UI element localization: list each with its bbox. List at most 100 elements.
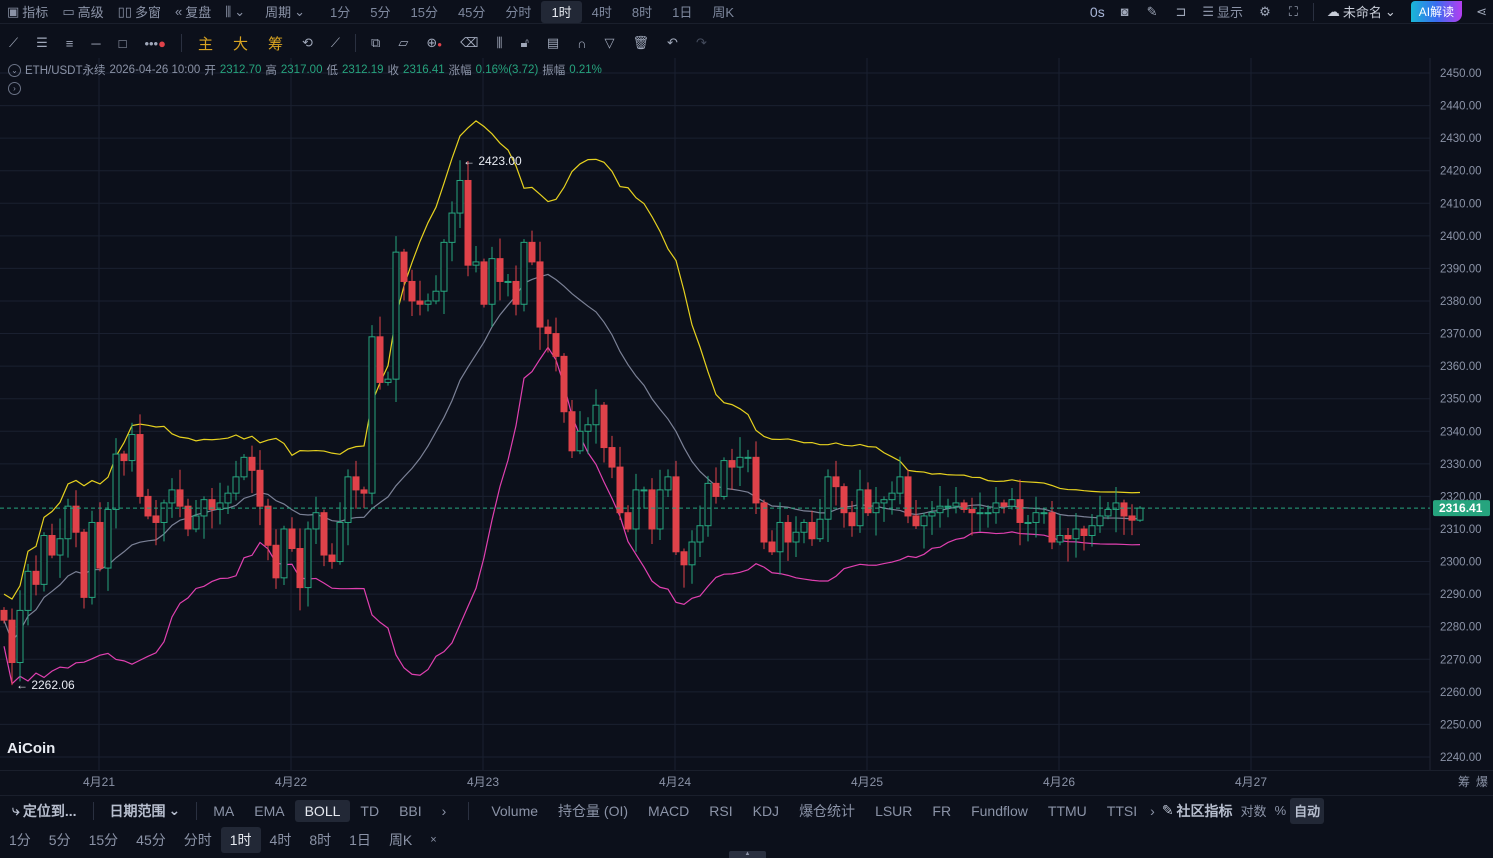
quick-period-8[interactable]: 1日 — [340, 827, 380, 853]
trash-icon[interactable]: 🗑︎ — [624, 35, 659, 51]
sync-draw-icon[interactable]: ⟲ — [293, 35, 322, 51]
quick-period-0[interactable]: 1分 — [0, 827, 40, 853]
candle — [80, 528, 88, 609]
copy-icon[interactable]: ⧉ — [362, 35, 389, 51]
sub-indicator-6[interactable]: LSUR — [865, 800, 922, 822]
period-tab-5[interactable]: 1时 — [541, 0, 582, 23]
fullscreen-icon[interactable]: ⛶ — [1280, 4, 1307, 20]
magnet-icon[interactable]: ∩ — [568, 36, 595, 51]
candle — [0, 607, 8, 624]
share-icon[interactable]: ⋖ — [1470, 4, 1493, 20]
more-main-indicators[interactable]: › — [432, 800, 457, 822]
time-axis[interactable]: 筹 爆 4月21 4月22 4月23 4月24 4月25 4月26 4月27 — [0, 770, 1493, 790]
quick-period-2[interactable]: 15分 — [80, 827, 128, 853]
sub-indicator-7[interactable]: FR — [922, 800, 961, 822]
sub-indicator-8[interactable]: Fundflow — [961, 800, 1038, 822]
big-order-button[interactable]: 大 — [223, 33, 258, 54]
expand-icon[interactable]: › — [8, 82, 21, 95]
camera-icon[interactable]: ◙ — [1112, 4, 1138, 19]
divider — [196, 801, 198, 820]
sub-indicator-10[interactable]: TTSI — [1097, 800, 1147, 822]
panel-toggle-handle[interactable]: ▲ — [729, 851, 766, 858]
chip-distribution-button[interactable]: 筹 — [258, 33, 293, 54]
chip-toggle[interactable]: 筹 — [1458, 773, 1470, 790]
brush-icon[interactable]: ⟋ — [322, 35, 349, 51]
period-tab-7[interactable]: 8时 — [622, 1, 662, 23]
period-select[interactable]: 周期 ⌄ — [258, 1, 312, 23]
quick-period-4[interactable]: 分时 — [175, 827, 221, 853]
quick-period-6[interactable]: 4时 — [261, 827, 301, 853]
quick-period-1[interactable]: 5分 — [40, 827, 80, 853]
candlestick-chart[interactable]: 2450.00 2440.00 2430.00 2420.00 2410.00 2400.… — [0, 58, 1493, 770]
timer: 0s — [1089, 3, 1105, 20]
period-tab-3[interactable]: 45分 — [448, 1, 495, 23]
sub-indicator-9[interactable]: TTMU — [1038, 800, 1097, 822]
candle-body — [792, 531, 800, 543]
date-range-select[interactable]: 日期范围 ⌄ — [100, 800, 191, 822]
sub-indicator-4[interactable]: KDJ — [743, 800, 789, 822]
ai-interpret-button[interactable]: AI解读 — [1410, 1, 1463, 22]
period-tab-8[interactable]: 1日 — [662, 1, 702, 23]
period-tab-0[interactable]: 1分 — [320, 1, 360, 23]
percent-scale-toggle[interactable]: % — [1271, 800, 1291, 822]
period-tab-2[interactable]: 15分 — [400, 1, 447, 23]
sub-indicator-1[interactable]: 持仓量 (OI) — [548, 800, 638, 822]
candle-body — [600, 404, 608, 449]
collapse-icon[interactable]: ⌄ — [8, 63, 21, 77]
multi-window-menu[interactable]: ▯▯ 多窗 — [111, 1, 168, 23]
rectangle-icon[interactable]: □ — [110, 36, 136, 51]
quick-period-5[interactable]: 1时 — [220, 827, 261, 853]
log-scale-toggle[interactable]: 对数 — [1237, 800, 1271, 822]
quick-period-3[interactable]: 45分 — [127, 827, 175, 853]
period-tab-9[interactable]: 周K — [702, 1, 744, 23]
more-tools-icon[interactable]: •••● — [135, 36, 175, 51]
candle — [1072, 513, 1080, 558]
eraser-icon[interactable]: ⌫ — [451, 35, 487, 51]
ruler-icon[interactable]: ▱ — [389, 35, 417, 51]
trend-line-icon[interactable]: ⟋ — [0, 35, 27, 51]
main-indicator-boll[interactable]: BOLL — [294, 799, 351, 822]
main-indicator-td[interactable]: TD — [350, 800, 389, 822]
sub-indicator-3[interactable]: RSI — [699, 800, 742, 822]
main-chip-button[interactable]: 主 — [188, 33, 223, 54]
gear-icon[interactable]: ⚙ — [1250, 4, 1280, 20]
lock-icon[interactable]: 🔓︎ — [511, 35, 537, 51]
more-sub-indicators[interactable]: › — [1147, 800, 1158, 822]
period-tab-4[interactable]: 分时 — [495, 1, 541, 23]
pencil-icon[interactable]: ✎ — [1138, 4, 1167, 20]
display-menu[interactable]: ☰ 显示 — [1195, 1, 1250, 23]
sub-indicator-2[interactable]: MACD — [638, 800, 699, 822]
candle — [176, 469, 184, 518]
locate-button[interactable]: ⤷ 定位到... — [0, 800, 87, 822]
layout-select[interactable]: ☁ 未命名 ⌄ — [1320, 1, 1403, 23]
candle-hide-icon[interactable]: ⫼ — [487, 35, 511, 51]
template-icon[interactable]: ▤ — [538, 35, 568, 51]
horizontal-line-icon[interactable]: ─ — [82, 36, 109, 51]
close-icon[interactable]: × — [421, 827, 445, 853]
undo-icon[interactable]: ↶ — [658, 35, 687, 51]
chart-type-select[interactable]: ⫼ ⌄ — [218, 1, 252, 23]
fib-lines-icon[interactable]: ≡ — [57, 36, 83, 51]
advanced-menu[interactable]: ▭ 高级 — [55, 1, 110, 23]
community-indicators-button[interactable]: ✎ 社区指标 — [1158, 800, 1237, 822]
replay-menu[interactable]: «复盘 — [168, 1, 218, 23]
date-tick-label: 4月27 — [1234, 775, 1268, 789]
period-tab-6[interactable]: 4时 — [582, 1, 622, 23]
filter-icon[interactable]: ▽ — [596, 35, 624, 51]
auto-scale-toggle[interactable]: 自动 — [1290, 797, 1325, 824]
indicator-menu[interactable]: ▣ 指标 — [0, 1, 55, 23]
parallel-channel-icon[interactable]: ☰ — [27, 35, 57, 51]
main-indicator-bbi[interactable]: BBI — [389, 800, 432, 822]
sub-indicator-5[interactable]: 爆仓统计 — [789, 800, 865, 822]
sub-indicator-0[interactable]: Volume — [481, 800, 548, 822]
price-tick-label: 2430.00 — [1440, 133, 1482, 145]
redo-icon[interactable]: ↷ — [687, 35, 716, 51]
liquidation-toggle[interactable]: 爆 — [1476, 773, 1488, 790]
zoom-icon[interactable]: ⊕● — [417, 35, 451, 51]
main-indicator-ema[interactable]: EMA — [244, 800, 294, 822]
quick-period-9[interactable]: 周K — [380, 827, 421, 853]
period-tab-1[interactable]: 5分 — [360, 1, 400, 23]
main-indicator-ma[interactable]: MA — [203, 800, 244, 822]
bookmark-icon[interactable]: ⊐ — [1166, 4, 1195, 20]
quick-period-7[interactable]: 8时 — [300, 827, 340, 853]
